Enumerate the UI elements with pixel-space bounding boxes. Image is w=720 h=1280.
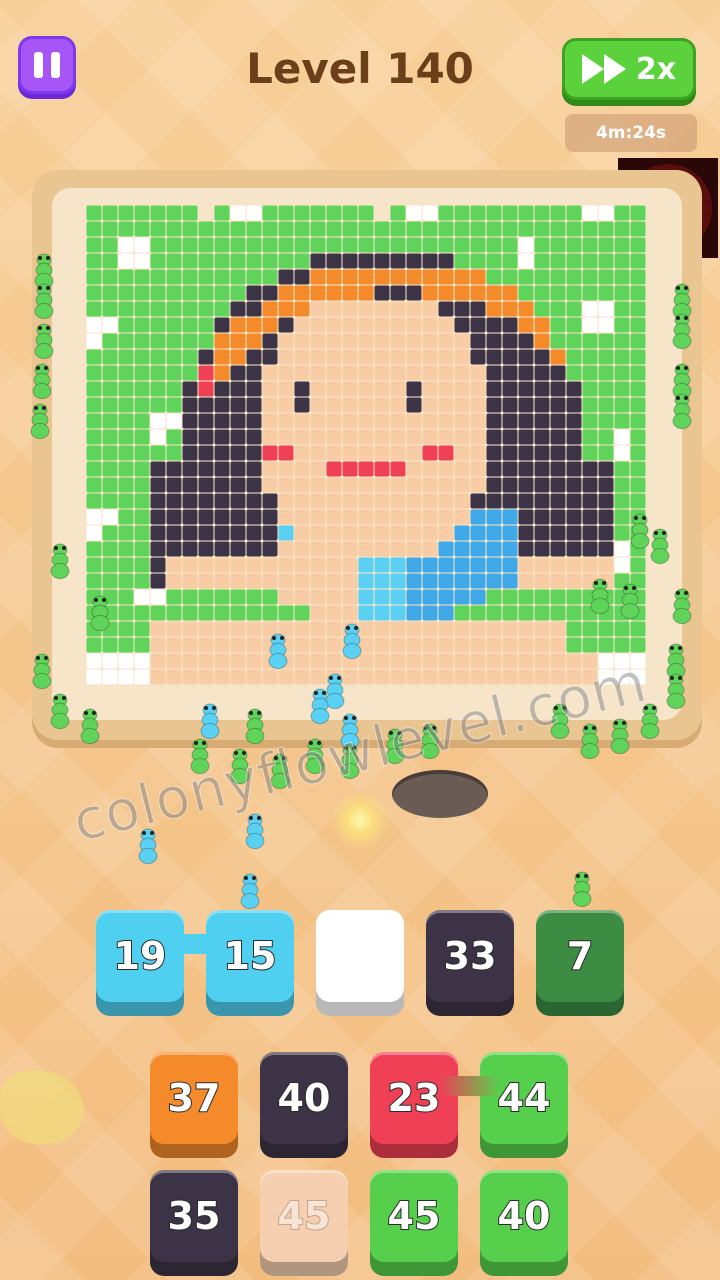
- ant: [245, 708, 265, 745]
- ant: [32, 363, 52, 400]
- tile-label: 37: [167, 1075, 222, 1121]
- queue-tile[interactable]: 37: [150, 1052, 238, 1158]
- ant: [590, 578, 610, 615]
- ant-hole: [392, 770, 488, 818]
- slot-tile[interactable]: 19: [96, 910, 184, 1016]
- tile-label: 7: [566, 933, 594, 979]
- ant: [34, 283, 54, 320]
- ant: [268, 633, 288, 670]
- queue-tile[interactable]: 23: [370, 1052, 458, 1158]
- tile-face: [316, 910, 404, 1002]
- queue-tile[interactable]: 44: [480, 1052, 568, 1158]
- tile-label: 45: [277, 1193, 332, 1239]
- tile-label: 15: [223, 933, 278, 979]
- queue-tile[interactable]: 45: [370, 1170, 458, 1276]
- tile-label: 44: [497, 1075, 552, 1121]
- ant: [90, 595, 110, 632]
- slot-tile[interactable]: 7: [536, 910, 624, 1016]
- ant: [240, 873, 260, 910]
- ant: [30, 403, 50, 440]
- tile-label: 40: [277, 1075, 332, 1121]
- ant: [672, 363, 692, 400]
- sparkle-effect: [330, 790, 390, 850]
- ant: [672, 313, 692, 350]
- tile-link: [440, 1076, 500, 1096]
- tile-label: 23: [387, 1075, 442, 1121]
- ant: [80, 708, 100, 745]
- ant: [572, 871, 592, 908]
- ant: [672, 393, 692, 430]
- ant: [650, 528, 670, 565]
- ant: [34, 253, 54, 290]
- ant: [610, 718, 630, 755]
- ant: [672, 588, 692, 625]
- ant: [672, 283, 692, 320]
- ant: [50, 693, 70, 730]
- queue-tile[interactable]: 40: [480, 1170, 568, 1276]
- slot-tile[interactable]: 15: [206, 910, 294, 1016]
- ant: [245, 813, 265, 850]
- ant: [200, 703, 220, 740]
- tile-label: 19: [113, 933, 168, 979]
- tile-label: 45: [387, 1193, 442, 1239]
- queue-tile[interactable]: 35: [150, 1170, 238, 1276]
- tile-label: 33: [443, 933, 498, 979]
- ant: [34, 323, 54, 360]
- ant: [325, 673, 345, 710]
- queue-tile[interactable]: 45: [260, 1170, 348, 1276]
- ant: [50, 543, 70, 580]
- tile-label: 40: [497, 1193, 552, 1239]
- ant: [620, 583, 640, 620]
- ant: [630, 513, 650, 550]
- tile-label: 35: [167, 1193, 222, 1239]
- ant: [310, 688, 330, 725]
- slot-tile[interactable]: [316, 910, 404, 1016]
- slot-tile[interactable]: 33: [426, 910, 514, 1016]
- ant-layer: [30, 253, 692, 910]
- ant: [342, 623, 362, 660]
- tile-link: [170, 934, 220, 954]
- queue-tile[interactable]: 40: [260, 1052, 348, 1158]
- ant: [32, 653, 52, 690]
